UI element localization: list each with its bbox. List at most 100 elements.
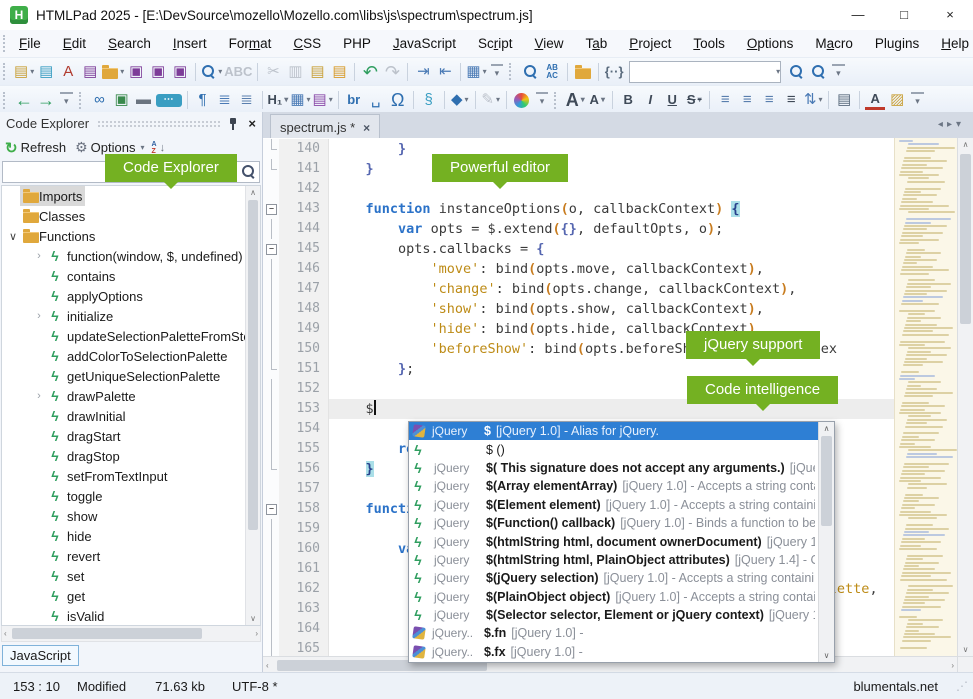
menu-view[interactable]: View [523,32,574,55]
tab-scroll-right-icon[interactable]: ▸ [947,119,956,130]
close-button[interactable]: × [927,0,973,30]
frames-icon[interactable]: ▦▾ [466,61,486,83]
autocomplete-item[interactable]: ϟjQuery$(htmlString html, document owner… [409,532,818,550]
decrease-font-icon-dropdown[interactable]: ▾ [601,90,605,110]
close-panel-icon[interactable]: × [248,116,256,131]
editor-vscrollbar-thumb[interactable] [960,154,971,324]
tree-item-dragstop[interactable]: ϟdragStop [2,446,260,466]
menu-php[interactable]: PHP [332,32,382,55]
menu-script[interactable]: Script [467,32,524,55]
fold-collapse-icon[interactable]: − [266,244,277,255]
scroll-up-icon[interactable]: ∧ [958,140,973,149]
special-character-icon[interactable]: Ω [388,89,408,111]
fold-collapse-icon[interactable]: − [266,504,277,515]
align-justify-icon[interactable]: ≡ [781,89,801,111]
new-code-document-icon[interactable]: ▤ [36,61,56,83]
tree-hscrollbar-thumb[interactable] [12,628,202,639]
autocomplete-item[interactable]: ϟjQuery$(PlainObject object)[jQuery 1.0]… [409,588,818,606]
code-minimap[interactable] [894,138,958,656]
menu-insert[interactable]: Insert [162,32,218,55]
format-painter-icon-dropdown[interactable]: ▾ [496,90,500,110]
paste-icon[interactable]: ▤ [307,61,327,83]
tab-scroll-left-icon[interactable]: ◂ [938,119,947,130]
tree-item-drawpalette[interactable]: ›ϟdrawPalette [2,386,260,406]
format-overflow-button[interactable]: ▾ [911,92,924,108]
new-document-icon[interactable]: ▤▾ [14,61,34,83]
autocomplete-item[interactable]: ϟjQuery$(Array elementArray)[jQuery 1.0]… [409,477,818,495]
tab-spectrum-js[interactable]: spectrum.js * × [270,114,380,138]
menu-macro[interactable]: Macro [804,32,864,55]
tree-chevron-icon[interactable]: ∨ [6,230,20,243]
scroll-down-icon[interactable]: ∨ [246,612,260,625]
form-icon[interactable]: ▤▾ [313,89,333,111]
autocomplete-item[interactable]: ϟjQuery$(jQuery selection)[jQuery 1.0] -… [409,569,818,587]
popup-scrollbar-thumb[interactable] [821,436,832,526]
pin-panel-icon[interactable] [228,117,238,131]
outdent-icon[interactable]: ⇤ [435,61,455,83]
menu-javascript[interactable]: JavaScript [382,32,467,55]
line-break-icon[interactable]: br [344,89,364,111]
quick-search-icon[interactable]: ▾ [201,61,222,83]
paragraph-mark-icon[interactable]: ¶ [193,89,213,111]
tree-item-isvalid[interactable]: ϟisValid [2,606,260,626]
align-center-icon[interactable]: ≡ [737,89,757,111]
toolbar-grip[interactable] [79,92,86,109]
forward-icon[interactable]: → [36,89,56,111]
font-color-icon[interactable]: A [865,91,885,110]
fold-gutter[interactable]: − [263,499,279,519]
tree-item-initialize[interactable]: ›ϟinitialize [2,306,260,326]
options-dropdown-icon[interactable]: ▾ [140,143,144,152]
menubar-grip[interactable] [3,35,5,52]
tree-item-get[interactable]: ϟget [2,586,260,606]
tree-vertical-scrollbar[interactable]: ∧ ∨ [245,186,260,625]
toolbar1-overflow-button[interactable]: ▾ [491,64,504,80]
heading-icon-dropdown[interactable]: ▾ [284,90,288,110]
tree-item-toggle[interactable]: ϟtoggle [2,486,260,506]
tree-item-classes[interactable]: Classes [2,206,260,226]
nav-overflow-button[interactable]: ▾ [60,92,73,108]
popup-scrollbar[interactable]: ∧ ∨ [818,422,834,662]
open-file-icon-dropdown[interactable]: ▾ [120,62,124,82]
options-button[interactable]: Options [91,140,136,155]
search-term-combobox[interactable]: ▾ [629,61,781,83]
explorer-search-icon[interactable] [241,164,256,179]
scroll-up-icon[interactable]: ∧ [246,186,260,199]
heading-icon[interactable]: H₁▾ [268,89,289,111]
minimize-button[interactable]: — [835,0,881,30]
image-icon[interactable]: ▣ [112,89,132,111]
frames-icon-dropdown[interactable]: ▾ [483,62,487,82]
search-term-combobox-input[interactable] [630,63,774,81]
non-breaking-space-icon[interactable]: ␣ [366,89,386,111]
save-all-icon[interactable]: ▣ [148,61,168,83]
menu-help[interactable]: Help [930,32,973,55]
menu-tab[interactable]: Tab [575,32,619,55]
fold-collapse-icon[interactable]: − [266,204,277,215]
increase-font-icon[interactable]: A▾ [565,89,585,111]
tree-scrollbar-thumb[interactable] [248,200,258,530]
tab-close-icon[interactable]: × [363,121,370,135]
paragraph-box-icon[interactable]: ▤ [834,89,854,111]
tree-item-dragstart[interactable]: ϟdragStart [2,426,260,446]
tree-chevron-icon[interactable]: › [32,390,46,402]
resize-grip[interactable]: ⋰ [956,679,968,693]
tree-item-function-window-undefined-[interactable]: ›ϟfunction(window, $, undefined) [2,246,260,266]
bold-icon[interactable]: B [618,89,638,111]
fold-gutter[interactable]: − [263,239,279,259]
menu-plugins[interactable]: Plugins [864,32,930,55]
table-icon-dropdown[interactable]: ▾ [307,90,311,110]
tree-item-revert[interactable]: ϟrevert [2,546,260,566]
replace-icon[interactable]: AB AC [542,61,562,83]
toolbar-grip[interactable] [509,63,516,80]
align-left-icon[interactable]: ≡ [715,89,735,111]
increase-font-icon-dropdown[interactable]: ▾ [581,90,585,110]
quick-search-icon-dropdown[interactable]: ▾ [218,62,222,82]
editor-vertical-scrollbar[interactable]: ∧ ∨ [957,138,973,656]
menu-css[interactable]: CSS [282,32,332,55]
tab-list-icon[interactable]: ▾ [956,119,965,130]
autocomplete-item[interactable]: jQuery..$.fx[jQuery 1.0] - [409,643,818,661]
tag-icon[interactable]: ◆▾ [450,89,470,111]
open-file-icon[interactable]: ▾ [102,61,124,83]
tree-item-contains[interactable]: ϟcontains [2,266,260,286]
comment-icon[interactable]: ⋯ [156,94,182,107]
menu-file[interactable]: File [8,32,52,55]
